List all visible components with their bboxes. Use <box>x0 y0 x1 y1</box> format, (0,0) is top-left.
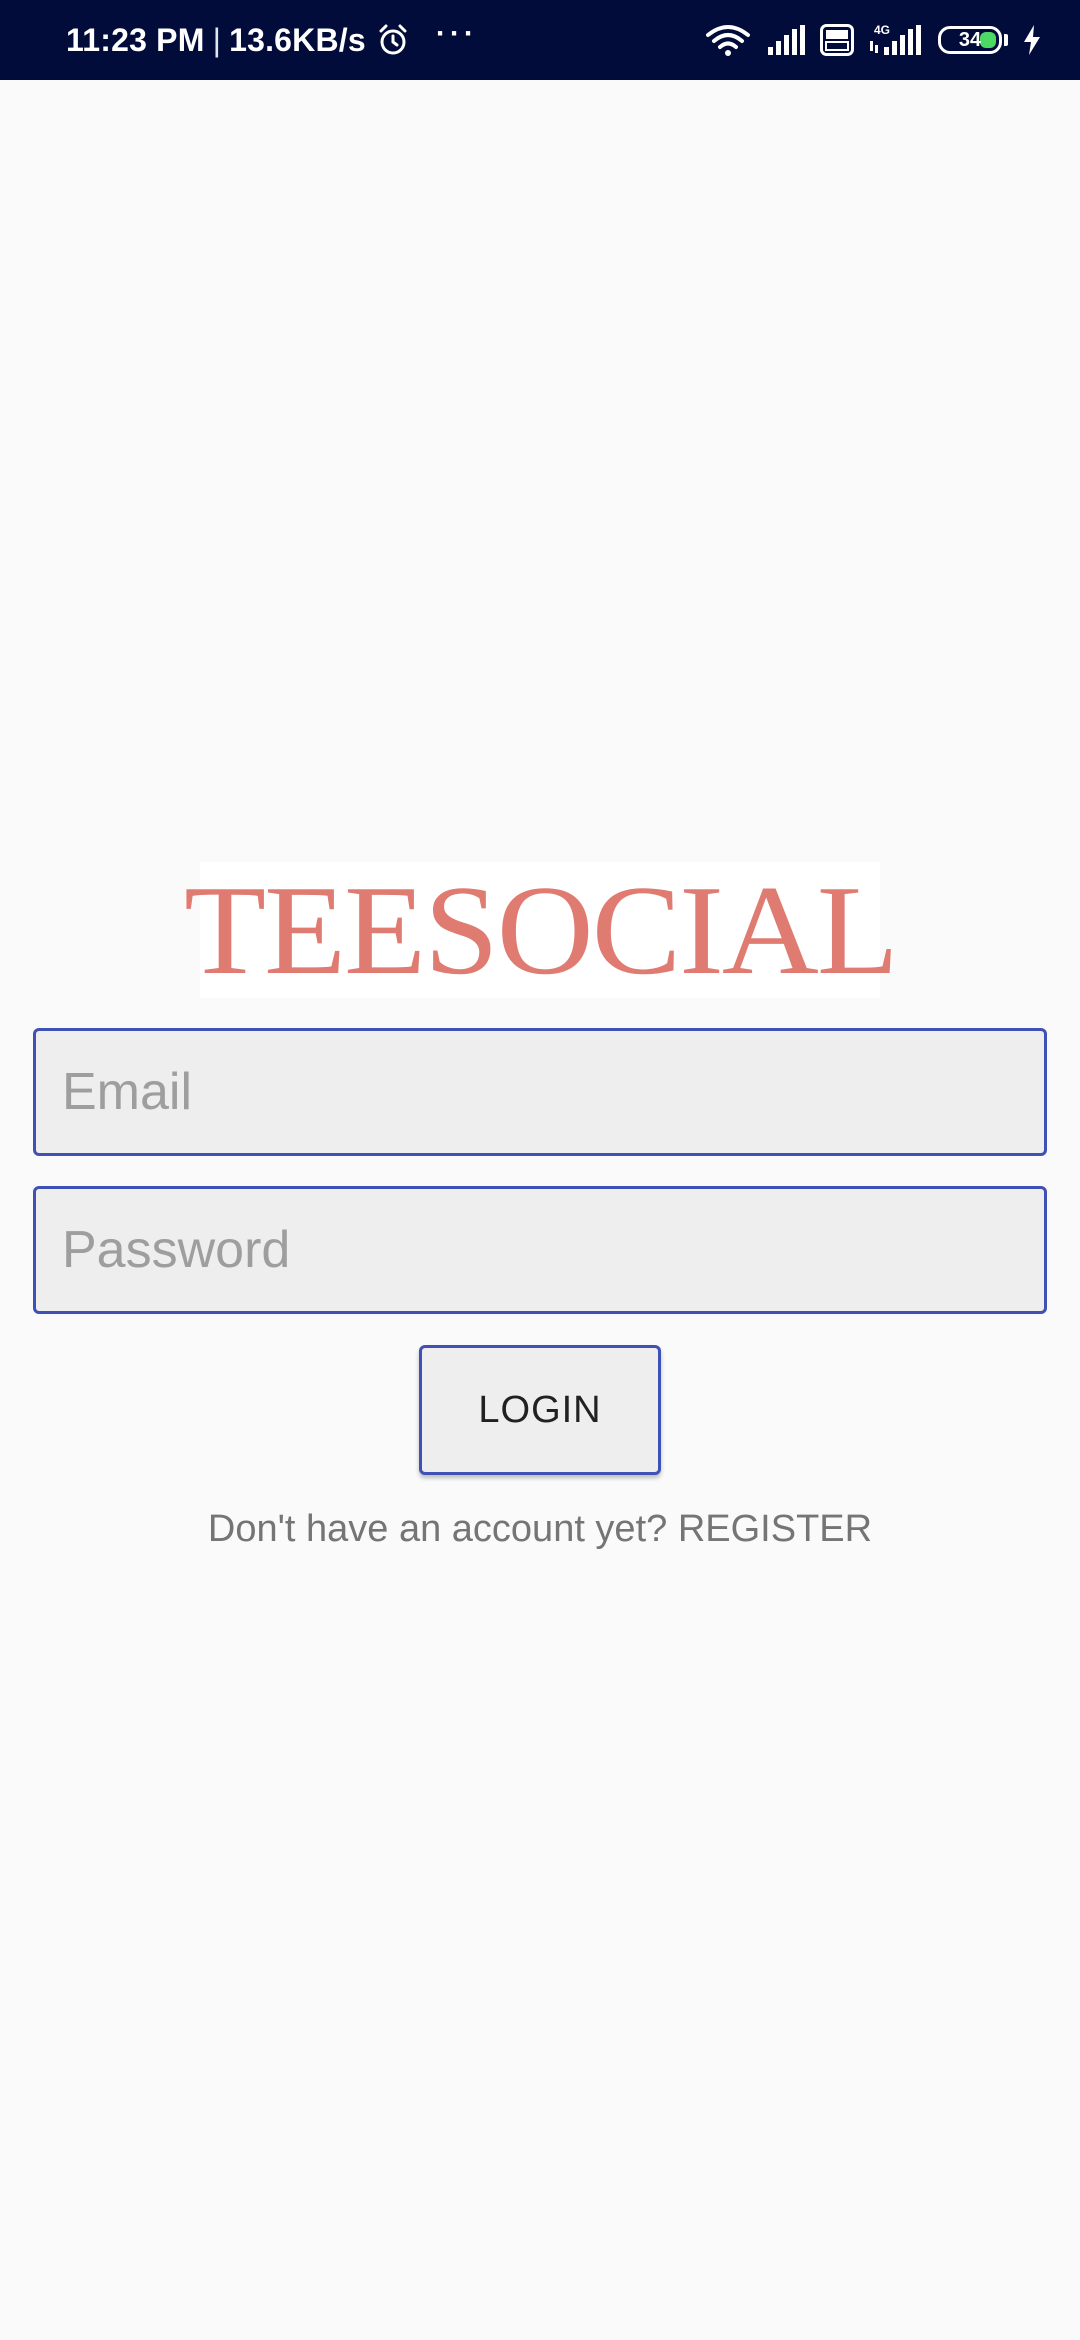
battery-fill <box>980 32 996 48</box>
network-speed: 13.6KB/s <box>229 21 366 58</box>
battery-level: 34 <box>958 28 982 51</box>
battery-icon: 34 <box>938 26 1002 54</box>
network-type-label: 4G <box>874 23 890 37</box>
logo-text: TEESOCIAL <box>183 859 899 1001</box>
alarm-icon <box>376 23 410 57</box>
signal-icon <box>766 25 806 55</box>
charging-icon <box>1022 25 1042 55</box>
status-right: 4G 34 <box>704 0 1042 80</box>
login-button[interactable]: LOGIN <box>419 1345 661 1475</box>
status-bar: 11:23 PM | 13.6KB/s ··· 4G 34 <box>0 0 1080 80</box>
password-field[interactable] <box>33 1186 1047 1314</box>
register-link[interactable]: Don't have an account yet? REGISTER <box>0 1508 1080 1551</box>
status-separator: | <box>212 21 222 58</box>
more-notifications-icon: ··· <box>435 17 478 50</box>
wifi-icon <box>704 23 752 57</box>
status-time: 11:23 PM <box>66 21 205 58</box>
app-logo: TEESOCIAL <box>184 862 898 998</box>
volte-icon <box>820 24 854 56</box>
email-field[interactable] <box>33 1028 1047 1156</box>
status-left: 11:23 PM | 13.6KB/s ··· <box>66 0 478 80</box>
signal-4g-icon: 4G <box>868 23 924 57</box>
battery-nub <box>1004 34 1008 46</box>
